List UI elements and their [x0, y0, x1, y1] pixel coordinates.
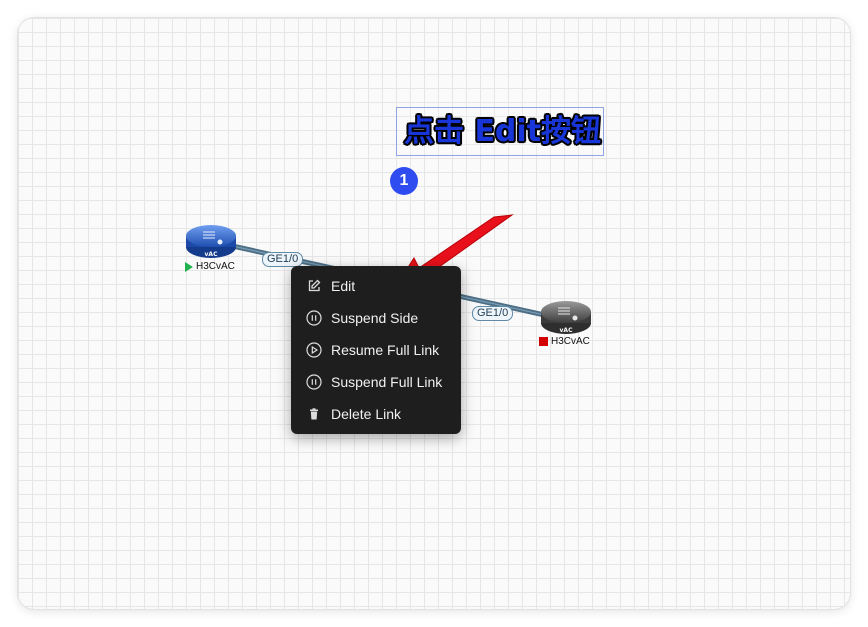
router-icon[interactable]: vAC: [186, 225, 236, 258]
menu-item-delete-link[interactable]: Delete Link: [291, 398, 461, 430]
menu-item-resume-full-link[interactable]: Resume Full Link: [291, 334, 461, 366]
menu-item-label: Delete Link: [331, 406, 402, 422]
device-badge: vAC: [205, 251, 219, 258]
device-name[interactable]: H3CvAC: [551, 336, 590, 348]
menu-item-label: Suspend Full Link: [331, 374, 443, 390]
menu-item-label: Suspend Side: [331, 310, 419, 326]
running-status-icon: [185, 262, 193, 272]
menu-item-edit[interactable]: Edit: [291, 270, 461, 302]
trash-icon: [306, 406, 322, 422]
stopped-status-icon: [539, 337, 548, 346]
device-name[interactable]: H3CvAC: [196, 261, 235, 273]
device-badge: vAC: [560, 327, 574, 334]
link-context-menu: Edit Suspend Side Resume Full Link Suspe…: [291, 266, 461, 434]
annotation-text: 点击 Edit按钮: [404, 114, 602, 149]
menu-item-suspend-full-link[interactable]: Suspend Full Link: [291, 366, 461, 398]
play-circle-icon: [306, 342, 322, 358]
menu-item-label: Edit: [331, 278, 356, 294]
menu-item-suspend-side[interactable]: Suspend Side: [291, 302, 461, 334]
port-label: GE1/0: [472, 306, 514, 321]
step-badge: 1: [390, 167, 418, 195]
pause-circle-icon: [306, 374, 322, 390]
router-icon[interactable]: vAC: [541, 301, 591, 334]
port-label: GE1/0: [262, 252, 304, 267]
menu-item-label: Resume Full Link: [331, 342, 440, 358]
edit-icon: [306, 278, 322, 294]
pause-circle-icon: [306, 310, 322, 326]
